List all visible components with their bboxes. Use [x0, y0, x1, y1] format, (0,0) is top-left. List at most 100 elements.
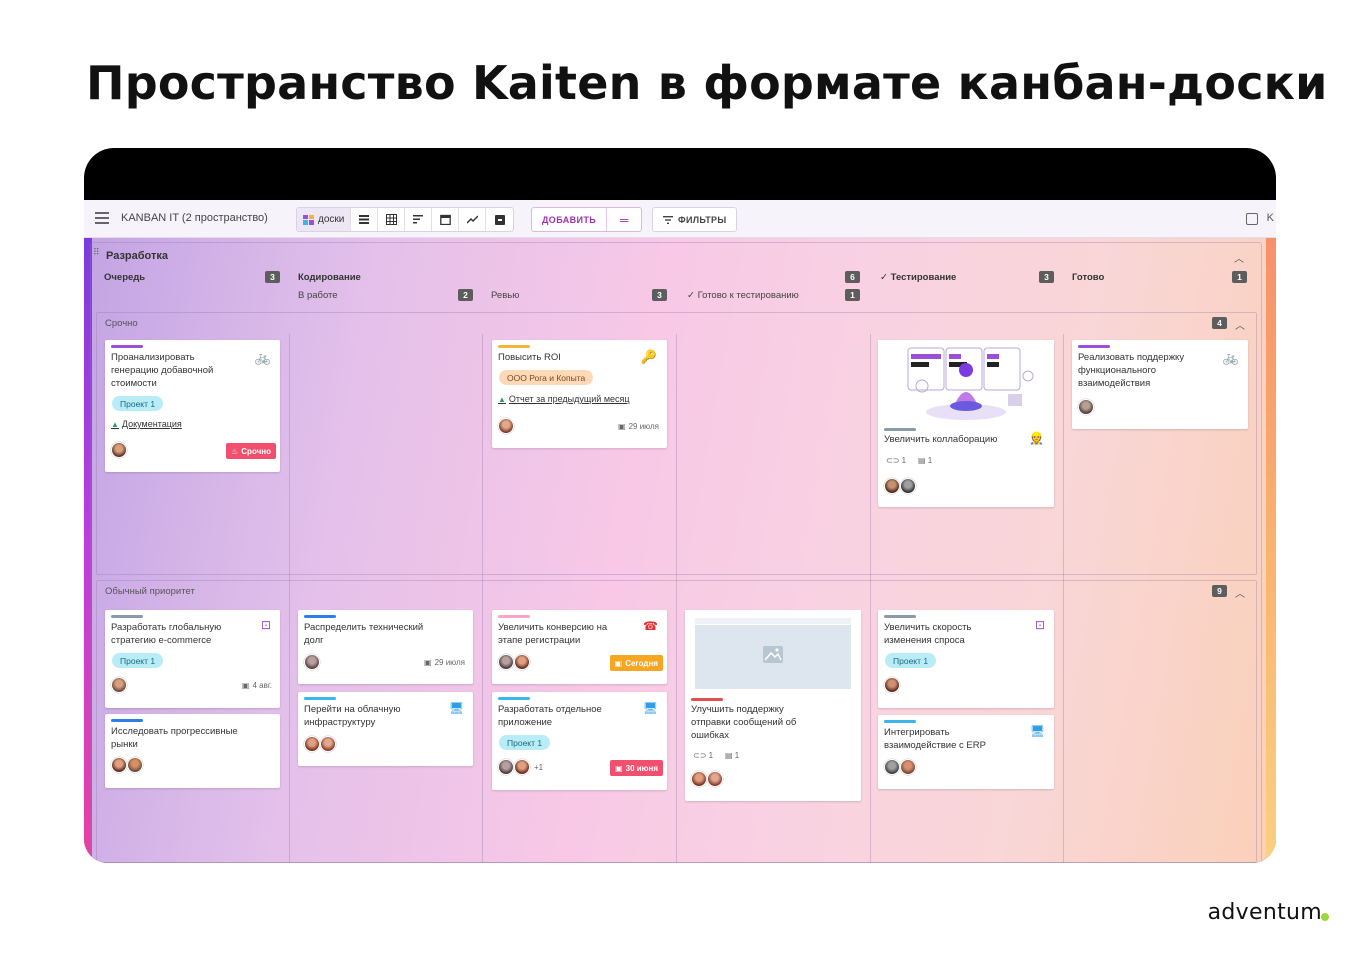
card-color-bar	[884, 615, 916, 618]
card-error-reporting[interactable]: Улучшить поддержку отправки сообщений об…	[685, 610, 861, 801]
avatar[interactable]	[111, 442, 127, 458]
key-icon: 🔑	[640, 349, 657, 364]
card-separate-app[interactable]: Разработать отдельное приложение 🖥 Проек…	[492, 692, 667, 790]
column-queue-title: Очередь	[104, 272, 146, 283]
card-title: Повысить ROI	[498, 352, 561, 363]
table-view-button[interactable]	[378, 208, 406, 231]
card-collaboration[interactable]: Увеличить коллаборацию 👷 ⊂⊃ 1 ▤ 1	[878, 340, 1054, 507]
link-chain-icon: ⊂⊃	[886, 456, 902, 465]
card-tag[interactable]: Проект 1	[112, 653, 164, 668]
drag-handle-icon[interactable]: ⠿	[93, 248, 101, 260]
brand-logo: adventum	[1207, 900, 1322, 925]
card-analyze-value[interactable]: Проанализировать генерацию добавочной ст…	[105, 340, 280, 472]
card-link[interactable]: ▲ Документация	[111, 419, 182, 429]
chart-view-button[interactable]	[459, 208, 487, 231]
card-title: Реализовать поддержку функционального вз…	[1078, 352, 1185, 389]
column-queue-count: 3	[265, 271, 280, 283]
top-toolbar: KANBAN IT (2 пространство) доски ДОБАВИТ…	[84, 200, 1276, 238]
column-divider	[289, 334, 290, 863]
avatar[interactable]	[498, 418, 514, 434]
avatar[interactable]	[900, 478, 916, 494]
card-technical-debt[interactable]: Распределить технический долг ▣ 29 июля	[298, 610, 473, 684]
overdue-badge: ▣ 30 июня	[610, 760, 663, 776]
menu-icon[interactable]	[95, 212, 109, 224]
avatar[interactable]	[304, 654, 320, 670]
card-color-bar	[691, 698, 723, 701]
avatar[interactable]	[320, 736, 336, 752]
more-assignees[interactable]: +1	[534, 763, 543, 772]
card-color-bar	[1078, 345, 1110, 348]
card-title: Проанализировать генерацию добавочной ст…	[111, 352, 214, 389]
archive-view-button[interactable]	[486, 208, 513, 231]
kanban-board: ⠿ Разработка ︿ Очередь 3 Кодирование 6 В…	[84, 238, 1276, 863]
column-ready-test-label: Готово к тестированию	[697, 290, 799, 301]
card-progressive-markets[interactable]: Исследовать прогрессивные рынки	[105, 714, 280, 788]
add-group: ДОБАВИТЬ ═	[531, 207, 643, 232]
list-icon	[359, 215, 370, 224]
lane-urgent-title: Срочно	[105, 318, 138, 329]
date-label: 29 июля	[434, 658, 465, 667]
avatar[interactable]	[900, 759, 916, 775]
filters-button[interactable]: ФИЛЬТРЫ	[652, 207, 738, 232]
avatar[interactable]	[1078, 399, 1094, 415]
avatar[interactable]	[498, 654, 514, 670]
comments-count: ⊂⊃ 1	[886, 456, 906, 465]
avatar[interactable]	[514, 654, 530, 670]
card-cover-illustration	[878, 340, 1054, 424]
timeline-view-button[interactable]	[405, 208, 433, 231]
timeline-icon	[413, 215, 424, 224]
list-view-button[interactable]	[351, 208, 379, 231]
card-tag[interactable]: Проект 1	[112, 396, 164, 411]
card-title: Улучшить поддержку отправки сообщений об…	[691, 704, 797, 741]
column-ready-test-count: 1	[845, 289, 860, 301]
collapse-lane-icon[interactable]: ︿	[1235, 317, 1245, 332]
avatar[interactable]	[111, 757, 127, 773]
user-badge-icon: ⊡	[260, 618, 271, 632]
avatar[interactable]	[884, 478, 900, 494]
archive-icon	[494, 214, 505, 225]
column-done-title: Готово	[1072, 272, 1105, 283]
card-registration-conversion[interactable]: Увеличить конверсию на этапе регистрации…	[492, 610, 667, 684]
collapse-lane-icon[interactable]: ︿	[1235, 585, 1245, 600]
select-checkbox[interactable]	[1246, 213, 1258, 225]
slide-title: Пространство Kaiten в формате канбан-дос…	[86, 56, 1328, 110]
calendar-view-button[interactable]	[432, 208, 460, 231]
card-functional-interaction[interactable]: Реализовать поддержку функционального вз…	[1072, 340, 1248, 429]
avatar[interactable]	[111, 677, 127, 693]
avatar[interactable]	[498, 759, 514, 775]
avatar[interactable]	[304, 736, 320, 752]
card-ecommerce-strategy[interactable]: Разработать глобальную стратегию e-comme…	[105, 610, 280, 708]
lane-normal-title: Обычный приоритет	[105, 586, 195, 597]
add-button[interactable]: ДОБАВИТЬ	[532, 208, 608, 231]
column-in-work-count: 2	[458, 289, 473, 301]
card-tag[interactable]: Проект 1	[885, 653, 937, 668]
card-link[interactable]: ▲ Отчет за предыдущий месяц	[498, 394, 630, 404]
avatar[interactable]	[691, 771, 707, 787]
avatar[interactable]	[514, 759, 530, 775]
card-erp-integration[interactable]: Интегрировать взаимодействие с ERP 🖥	[878, 715, 1054, 789]
avatar[interactable]	[127, 757, 143, 773]
card-due-date: ▣ 29 июля	[424, 658, 465, 667]
card-link-label: Отчет за предыдущий месяц	[508, 394, 630, 404]
lane-urgent-count: 4	[1212, 317, 1227, 329]
add-menu-button[interactable]: ═	[607, 208, 641, 231]
comment-icon: ▤	[725, 751, 735, 760]
menu-lines-icon: ═	[619, 212, 629, 227]
card-demand-speed[interactable]: Увеличить скорость изменения спроса ⊡ Пр…	[878, 610, 1054, 708]
avatar[interactable]	[884, 759, 900, 775]
column-ready-test-title: ✓ Готово к тестированию	[687, 290, 799, 301]
card-title: Перейти на облачную инфраструктуру	[304, 704, 401, 728]
card-tag[interactable]: Проект 1	[499, 735, 551, 750]
column-divider	[482, 334, 483, 863]
avatar[interactable]	[884, 677, 900, 693]
card-cloud-infrastructure[interactable]: Перейти на облачную инфраструктуру 🖥	[298, 692, 473, 766]
column-testing-title: ✓ Тестирование	[880, 272, 956, 283]
collapse-group-icon[interactable]: ︿	[1234, 250, 1244, 265]
avatar[interactable]	[707, 771, 723, 787]
card-color-bar	[111, 345, 143, 348]
comments-value: 1	[901, 456, 907, 465]
boards-view-button[interactable]: доски	[297, 208, 352, 231]
card-tag[interactable]: ООО Рога и Копыта	[499, 370, 594, 385]
card-increase-roi[interactable]: Повысить ROI 🔑 ООО Рога и Копыта ▲ Отчет …	[492, 340, 667, 448]
card-title: Распределить технический долг	[304, 622, 424, 646]
